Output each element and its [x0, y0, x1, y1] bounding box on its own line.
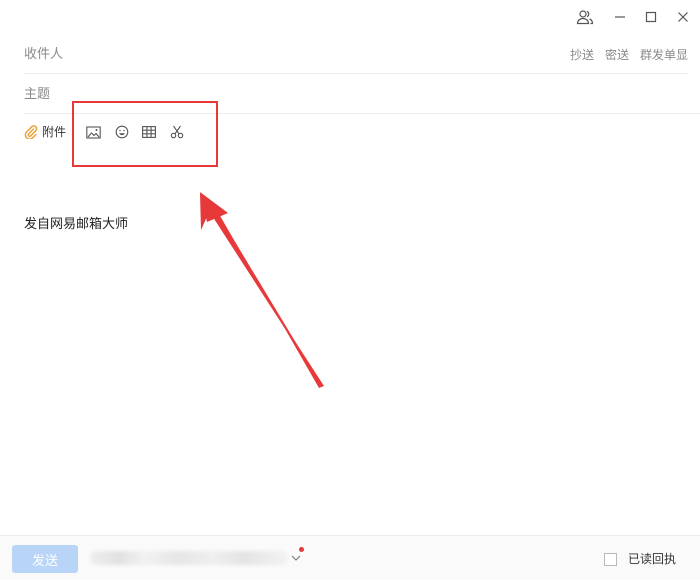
paperclip-icon — [24, 125, 38, 139]
bcc-link[interactable]: 密送 — [605, 47, 629, 63]
signature-text[interactable]: 发自网易邮箱大师 — [24, 216, 128, 234]
send-button[interactable]: 发送 — [12, 545, 78, 573]
recipient-input[interactable]: 收件人 — [24, 47, 63, 63]
compose-footer: 发送 已读回执 — [0, 535, 700, 580]
read-receipt-checkbox[interactable] — [604, 552, 617, 566]
recipient-row[interactable]: 收件人 抄送 密送 群发单显 — [24, 34, 688, 74]
attach-label: 附件 — [42, 125, 67, 139]
cc-link[interactable]: 抄送 — [570, 47, 594, 63]
maximize-icon[interactable] — [642, 8, 660, 26]
read-receipt-option[interactable]: 已读回执 — [604, 552, 676, 566]
emoji-icon[interactable] — [114, 124, 130, 140]
scissors-icon[interactable] — [169, 124, 185, 140]
read-receipt-label: 已读回执 — [628, 552, 677, 566]
title-bar — [0, 0, 700, 34]
close-icon[interactable] — [674, 8, 692, 26]
subject-input[interactable]: 主题 — [24, 87, 50, 103]
recipient-options: 抄送 密送 群发单显 — [570, 47, 688, 63]
notification-dot — [299, 547, 304, 552]
minimize-icon[interactable] — [611, 8, 629, 26]
separate-send-link[interactable]: 群发单显 — [640, 47, 688, 63]
editor-toolbar: 附件 — [0, 115, 700, 155]
attach-button[interactable]: 附件 — [24, 124, 66, 140]
sender-account-select[interactable] — [90, 551, 288, 565]
table-icon[interactable] — [141, 124, 157, 140]
subject-row[interactable]: 主题 — [24, 74, 700, 114]
contacts-icon[interactable] — [576, 8, 594, 26]
image-icon[interactable] — [85, 124, 101, 140]
